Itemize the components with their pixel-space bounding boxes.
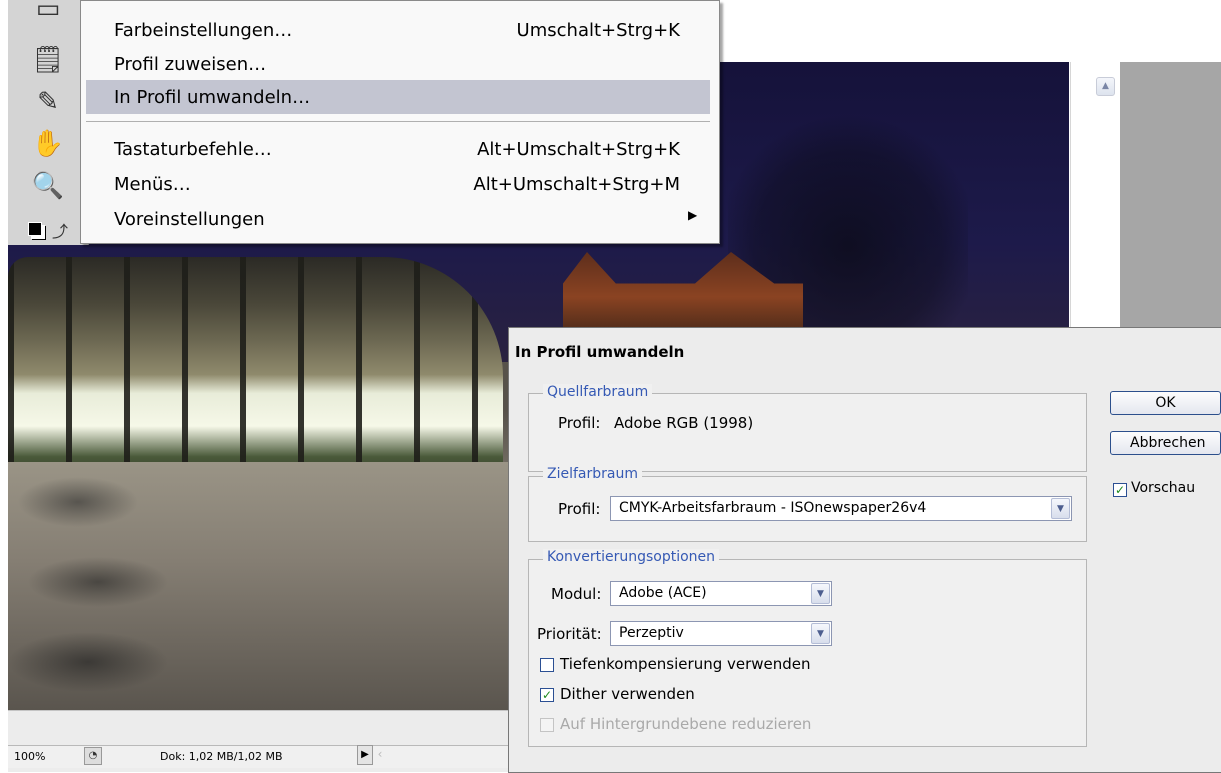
dither-label[interactable]: Dither verwenden: [560, 685, 695, 703]
tool-top-icon[interactable]: ▭: [26, 0, 70, 24]
chevron-down-icon[interactable]: ▼: [1051, 498, 1070, 519]
source-profile-value: Adobe RGB (1998): [614, 414, 754, 432]
target-profile-label: Profil:: [558, 500, 601, 518]
notes-tool-icon[interactable]: 🗒: [26, 42, 70, 78]
module-label: Modul:: [551, 585, 602, 603]
document-size: Dok: 1,02 MB/1,02 MB: [160, 750, 283, 763]
flatten-label: Auf Hintergrundebene reduzieren: [560, 715, 812, 733]
scroll-up-arrow-icon[interactable]: ▲: [1096, 77, 1115, 96]
menu-item-menues[interactable]: Menüs…: [114, 174, 191, 195]
chevron-down-icon[interactable]: ▼: [811, 583, 830, 604]
color-swatch-icon[interactable]: [28, 222, 42, 236]
menu-item-voreinstellungen[interactable]: Voreinstellungen: [114, 209, 265, 230]
menu-item-farbeinstellungen[interactable]: Farbeinstellungen…: [114, 20, 292, 41]
menu-item-tastaturbefehle[interactable]: Tastaturbefehle…: [114, 139, 272, 160]
ok-button[interactable]: OK: [1110, 391, 1221, 415]
priority-label: Priorität:: [537, 625, 602, 643]
priority-value: Perzeptiv: [619, 625, 684, 641]
menu-item-profil-zuweisen[interactable]: Profil zuweisen…: [114, 54, 266, 75]
tools-panel: [8, 0, 89, 245]
cancel-button[interactable]: Abbrechen: [1110, 431, 1221, 455]
menu-shortcut-farbeinstellungen: Umschalt+Strg+K: [516, 20, 680, 41]
hand-tool-icon[interactable]: ✋: [26, 126, 70, 162]
target-space-legend: Zielfarbraum: [543, 466, 642, 482]
menu-shortcut-tastaturbefehle: Alt+Umschalt+Strg+K: [477, 139, 680, 160]
zoom-icon[interactable]: ◔: [84, 747, 102, 765]
conversion-options-legend: Konvertierungsoptionen: [543, 549, 720, 565]
source-space-legend: Quellfarbraum: [543, 384, 653, 400]
swap-colors-icon[interactable]: ⤴: [52, 218, 68, 242]
chevron-down-icon[interactable]: ▼: [811, 623, 830, 644]
zoom-level[interactable]: 100%: [14, 750, 45, 763]
preview-label[interactable]: Vorschau: [1131, 480, 1195, 496]
source-space-group: [528, 393, 1087, 472]
submenu-arrow-icon: ▶: [688, 208, 698, 222]
glass-building: [8, 257, 503, 492]
menu-shortcut-menues: Alt+Umschalt+Strg+M: [473, 174, 680, 195]
source-profile-label: Profil:: [558, 414, 601, 432]
flatten-checkbox: [540, 718, 554, 732]
module-value: Adobe (ACE): [619, 585, 707, 601]
target-profile-value: CMYK-Arbeitsfarbraum - ISOnewspaper26v4: [619, 500, 927, 516]
module-select[interactable]: Adobe (ACE) ▼: [610, 581, 832, 606]
dialog-title: In Profil umwandeln: [515, 343, 685, 361]
menu-separator: [86, 121, 710, 122]
preview-checkbox[interactable]: ✓: [1113, 483, 1127, 497]
status-menu-arrow-icon[interactable]: ▶: [357, 745, 373, 765]
menu-item-in-profil-umwandeln[interactable]: In Profil umwandeln…: [114, 87, 310, 108]
zoom-tool-icon[interactable]: 🔍: [26, 168, 70, 204]
dither-checkbox[interactable]: ✓: [540, 688, 554, 702]
eyedropper-tool-icon[interactable]: ✎: [26, 84, 70, 120]
depth-compensation-checkbox[interactable]: [540, 658, 554, 672]
priority-select[interactable]: Perzeptiv ▼: [610, 621, 832, 646]
depth-compensation-label[interactable]: Tiefenkompensierung verwenden: [560, 655, 811, 673]
scroll-left-arrow-icon[interactable]: ‹: [373, 745, 387, 763]
snow-footprints: [8, 462, 528, 710]
target-profile-select[interactable]: CMYK-Arbeitsfarbraum - ISOnewspaper26v4 …: [610, 496, 1072, 521]
